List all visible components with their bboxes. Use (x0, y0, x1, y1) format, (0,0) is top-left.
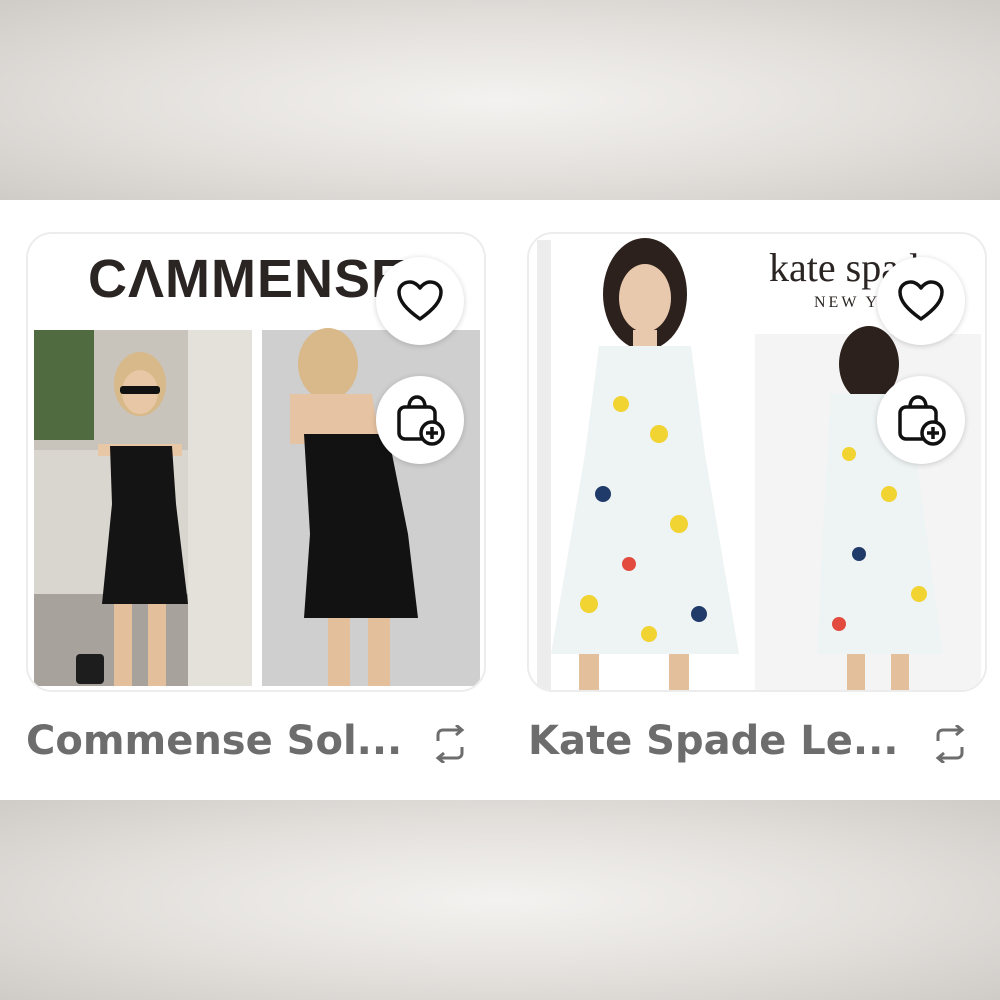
repost-icon (435, 725, 465, 763)
add-to-bag-icon (898, 395, 946, 446)
repost-button[interactable] (430, 722, 470, 766)
favorite-button[interactable] (877, 257, 965, 345)
brand-logo-commense: CɅMMENSE (88, 249, 409, 309)
favorite-button[interactable] (376, 257, 464, 345)
listing-title[interactable]: Commense Sol... (26, 718, 402, 764)
add-to-bag-icon (397, 395, 445, 446)
add-to-bag-button[interactable] (877, 376, 965, 464)
repost-icon (935, 725, 965, 763)
heart-icon (898, 280, 944, 321)
heart-icon (397, 280, 443, 321)
listing-title[interactable]: Kate Spade Le... (528, 718, 899, 764)
listing-card-commense[interactable]: CɅMMENSE (26, 232, 486, 692)
listing-grid: CɅMMENSE kate spade NEW YORK Commense So… (0, 200, 1000, 800)
add-to-bag-button[interactable] (376, 376, 464, 464)
repost-button[interactable] (930, 722, 970, 766)
listing-card-kate-spade[interactable]: kate spade NEW YORK (527, 232, 987, 692)
blurred-background-bottom (0, 800, 1000, 1000)
blurred-background-top (0, 0, 1000, 200)
